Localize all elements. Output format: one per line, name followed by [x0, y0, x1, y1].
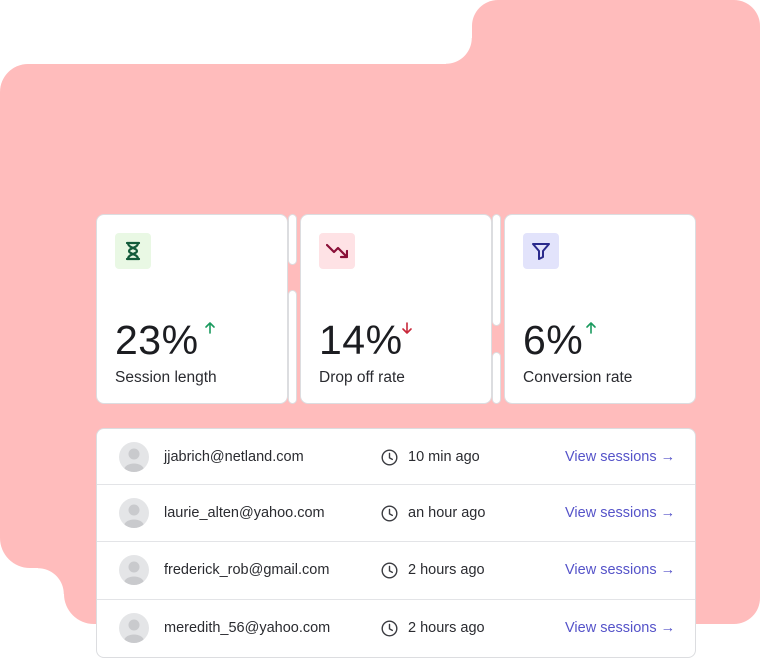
hourglass-icon: [115, 233, 151, 269]
arrow-up-icon: [205, 322, 215, 334]
clock-icon: [381, 562, 398, 579]
stat-card-conversion-rate: 6% Conversion rate: [504, 214, 696, 404]
last-seen-time: 2 hours ago: [408, 562, 485, 578]
clock-icon: [381, 620, 398, 637]
list-item: jjabrich@netland.com 10 min ago View ses…: [97, 429, 695, 486]
user-email: frederick_rob@gmail.com: [164, 562, 330, 578]
user-email: jjabrich@netland.com: [164, 449, 304, 465]
user-email: meredith_56@yahoo.com: [164, 620, 331, 636]
clock-icon: [381, 505, 398, 522]
user-sessions-list: jjabrich@netland.com 10 min ago View ses…: [96, 428, 696, 658]
avatar: [119, 613, 149, 643]
stat-value: 14%: [319, 317, 403, 363]
background-shape-corner: [446, 38, 472, 64]
stat-card-session-length: 23% Session length: [96, 214, 288, 404]
avatar: [119, 498, 149, 528]
view-sessions-link[interactable]: View sessions →: [565, 449, 675, 465]
last-seen-time: 10 min ago: [408, 449, 480, 465]
card-connector: [288, 214, 297, 265]
arrow-up-icon: [586, 322, 596, 334]
user-email: laurie_alten@yahoo.com: [164, 505, 325, 521]
stat-card-drop-off-rate: 14% Drop off rate: [300, 214, 492, 404]
last-seen-time: 2 hours ago: [408, 620, 485, 636]
view-sessions-link[interactable]: View sessions →: [565, 562, 675, 578]
funnel-icon: [523, 233, 559, 269]
card-connector: [288, 290, 297, 404]
last-seen-time: an hour ago: [408, 505, 486, 521]
stat-label: Drop off rate: [319, 369, 405, 386]
stat-value: 23%: [115, 317, 199, 363]
arrow-down-icon: [402, 322, 412, 334]
clock-icon: [381, 449, 398, 466]
view-sessions-link[interactable]: View sessions →: [565, 505, 675, 521]
list-item: meredith_56@yahoo.com 2 hours ago View s…: [97, 599, 695, 656]
avatar: [119, 442, 149, 472]
avatar: [119, 555, 149, 585]
stat-label: Conversion rate: [523, 369, 633, 386]
card-connector: [492, 214, 501, 326]
background-shape-corner: [38, 568, 64, 594]
stat-label: Session length: [115, 369, 217, 386]
trending-down-icon: [319, 233, 355, 269]
view-sessions-link[interactable]: View sessions →: [565, 620, 675, 636]
list-item: laurie_alten@yahoo.com an hour ago View …: [97, 484, 695, 541]
stat-value: 6%: [523, 317, 584, 363]
card-connector: [492, 352, 501, 404]
list-item: frederick_rob@gmail.com 2 hours ago View…: [97, 541, 695, 598]
